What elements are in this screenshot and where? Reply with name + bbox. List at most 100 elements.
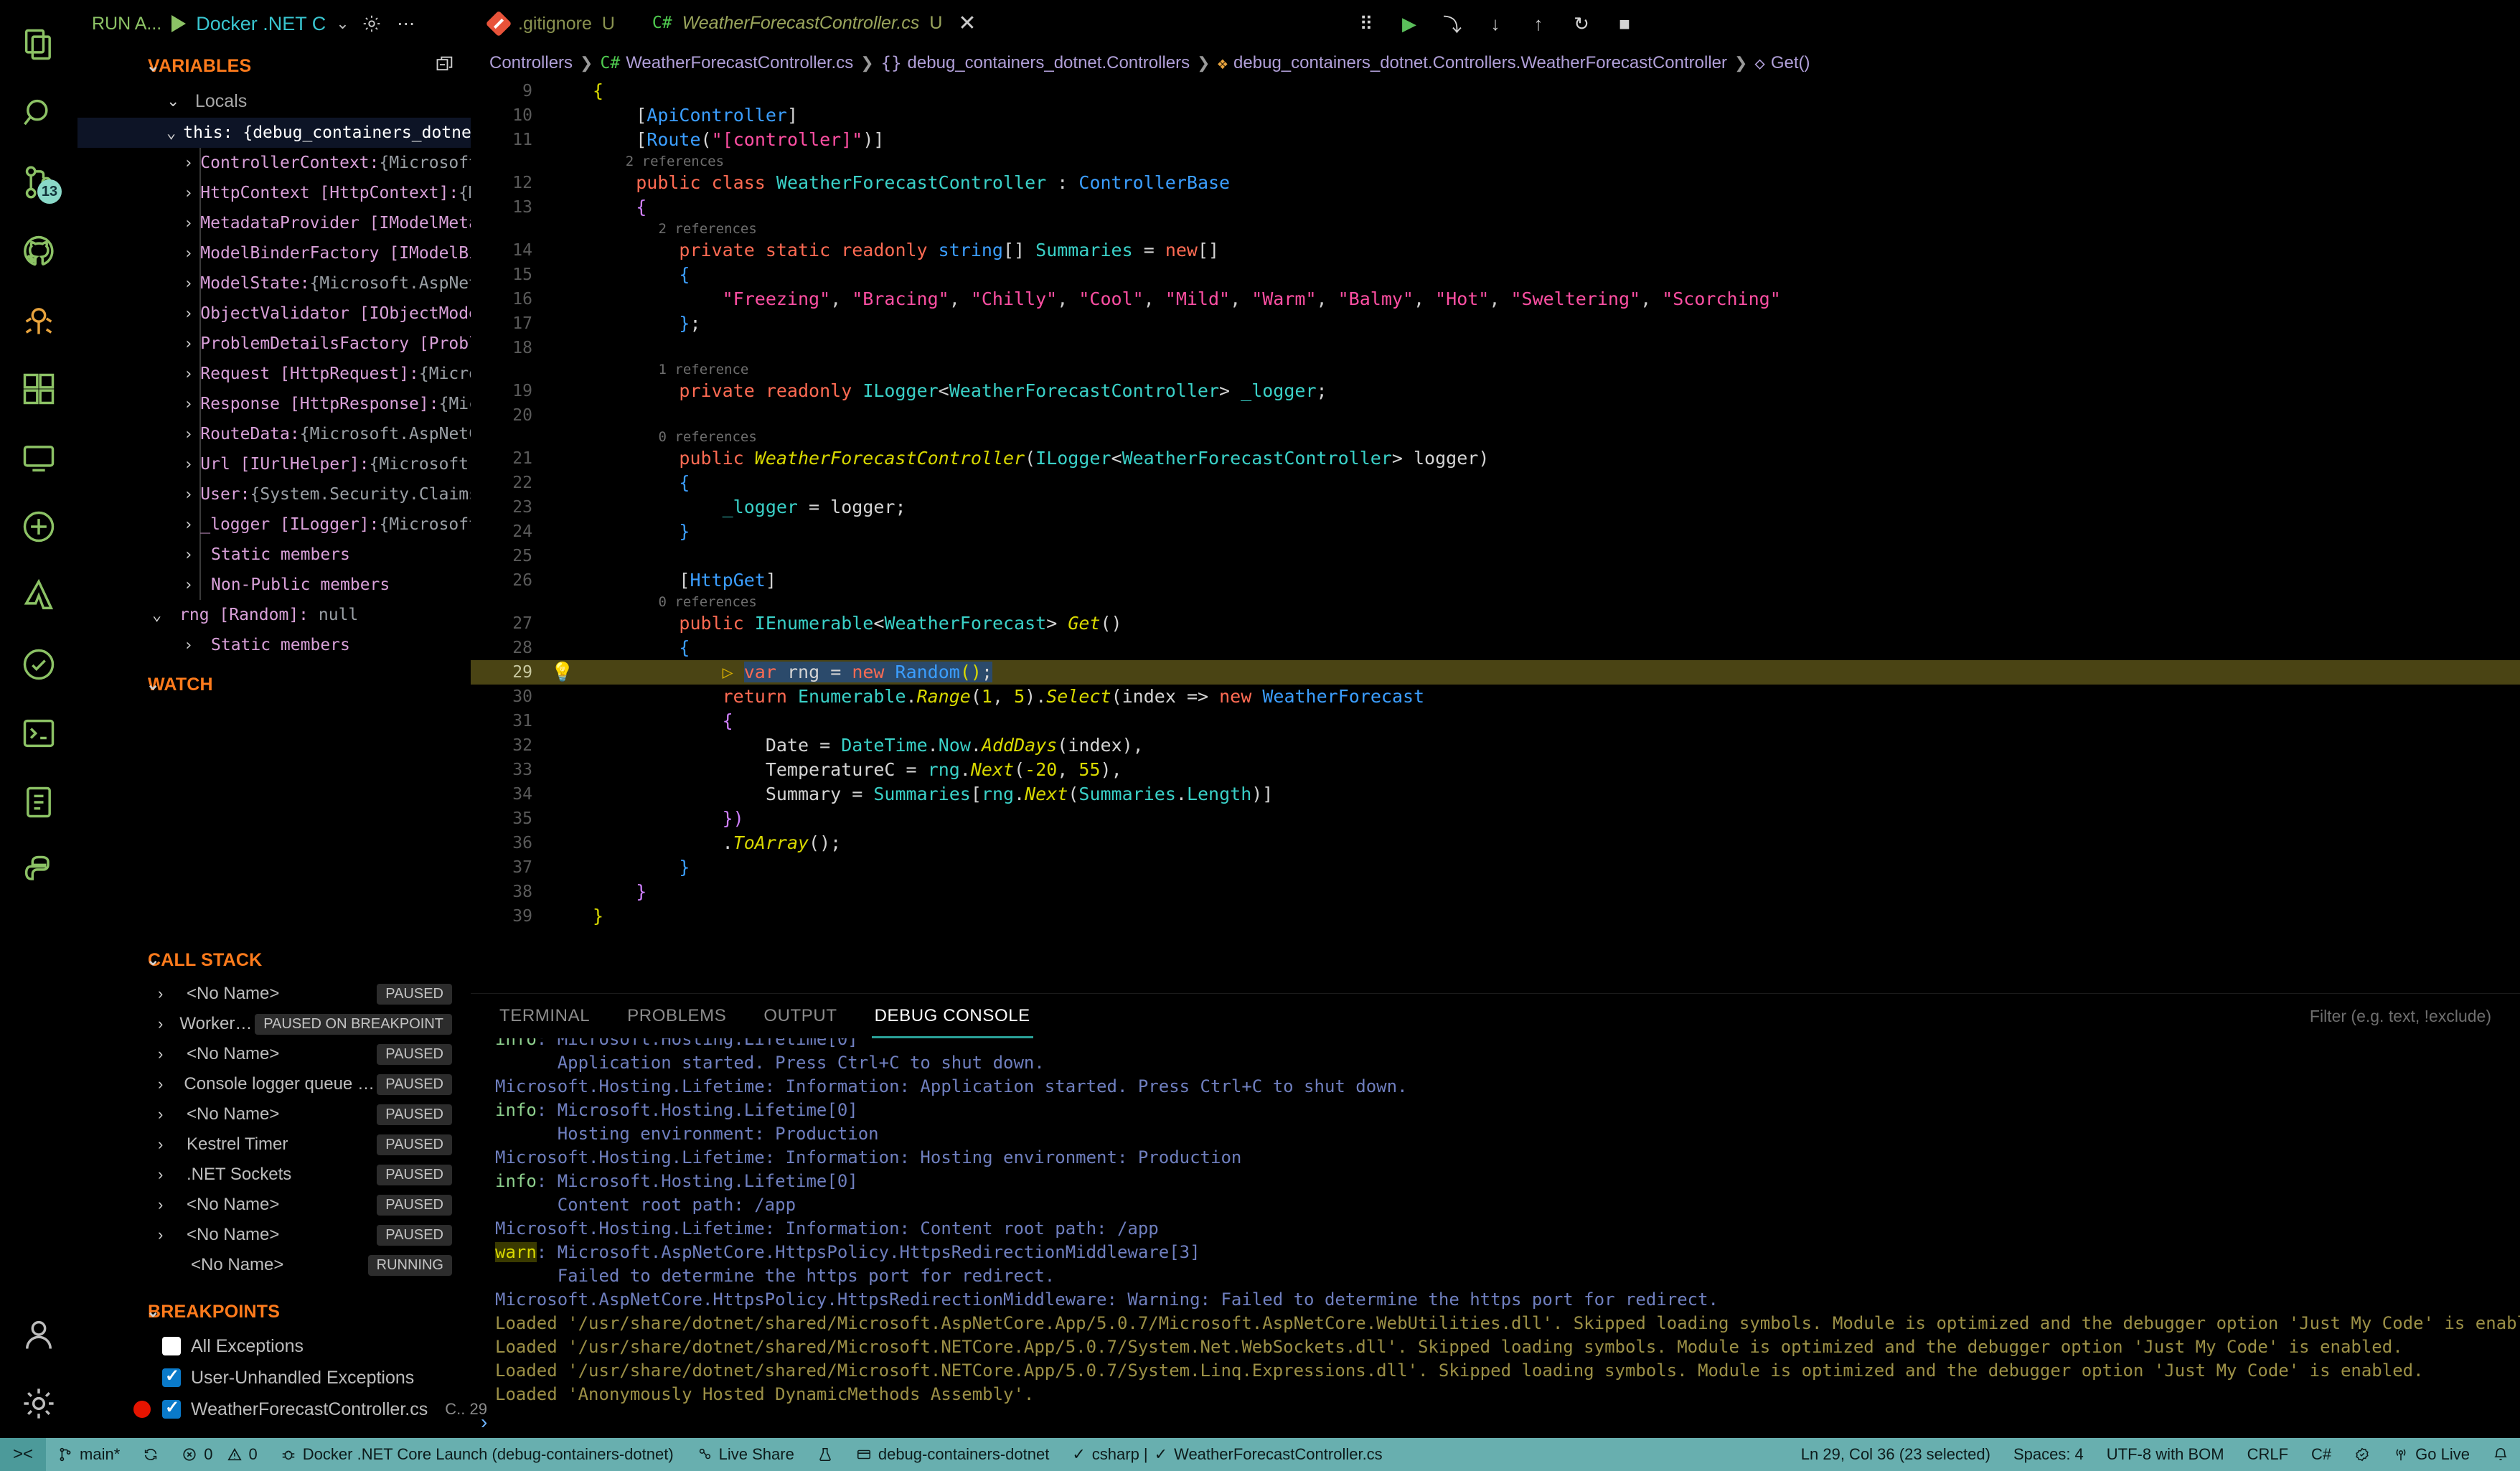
code-line[interactable]: 28 { bbox=[471, 636, 2520, 660]
step-over-button[interactable]: ⤵ bbox=[1440, 11, 1464, 36]
breadcrumb-item[interactable]: ◇Get() bbox=[1754, 53, 1810, 73]
code-line[interactable]: 10 [ApiController] bbox=[471, 103, 2520, 128]
code-line[interactable]: 34 Summary = Summaries[rng.Next(Summarie… bbox=[471, 782, 2520, 807]
breadcrumb-item[interactable]: Controllers bbox=[489, 53, 573, 73]
status-notifications[interactable] bbox=[2481, 1438, 2520, 1471]
line-number[interactable]: 19 bbox=[471, 379, 545, 403]
status-problems[interactable]: 0 0 bbox=[170, 1438, 269, 1471]
line-number[interactable]: 14 bbox=[471, 238, 545, 263]
code-line[interactable]: 29💡 ▷ var rng = new Random(); bbox=[471, 660, 2520, 685]
stop-button[interactable]: ■ bbox=[1612, 11, 1637, 36]
status-prettier[interactable] bbox=[2343, 1438, 2382, 1471]
line-number[interactable]: 16 bbox=[471, 287, 545, 311]
variable-row[interactable]: ›MetadataProvider [IModelMetad… bbox=[77, 208, 471, 238]
callstack-thread-row[interactable]: ›Kestrel TimerPAUSED bbox=[77, 1129, 471, 1160]
status-debug-config[interactable]: Docker .NET Core Launch (debug-container… bbox=[269, 1438, 685, 1471]
callstack-thread-row[interactable]: ›<No Name>PAUSED bbox=[77, 1039, 471, 1069]
watch-section-header[interactable]: ⌄ WATCH bbox=[77, 666, 471, 703]
line-number[interactable]: 26 bbox=[471, 568, 545, 593]
debug-configuration-selector[interactable]: Docker .NET C bbox=[196, 13, 326, 35]
line-number[interactable]: 30 bbox=[471, 685, 545, 709]
terminal-icon[interactable] bbox=[0, 699, 77, 768]
status-branch[interactable]: main* bbox=[46, 1438, 131, 1471]
variable-row[interactable]: ›RouteData: {Microsoft.AspNetC… bbox=[77, 419, 471, 449]
code-line[interactable]: 25 bbox=[471, 544, 2520, 568]
line-number[interactable]: 28 bbox=[471, 636, 545, 660]
accounts-icon[interactable] bbox=[0, 1300, 77, 1369]
line-number[interactable]: 39 bbox=[471, 904, 545, 929]
variable-row[interactable]: ›_logger [ILogger]: {Microsoft… bbox=[77, 509, 471, 540]
line-number[interactable]: 31 bbox=[471, 709, 545, 733]
variable-row[interactable]: ›Response [HttpResponse]: {Mic… bbox=[77, 389, 471, 419]
run-and-debug-icon[interactable] bbox=[0, 286, 77, 354]
variable-row[interactable]: ›Static members bbox=[77, 540, 471, 570]
variable-row[interactable]: ›ModelBinderFactory [IModelBin… bbox=[77, 238, 471, 268]
line-number[interactable]: 17 bbox=[471, 311, 545, 336]
status-live-share[interactable]: Live Share bbox=[685, 1438, 806, 1471]
codelens-reference[interactable]: 2 references bbox=[471, 220, 2520, 238]
line-number[interactable]: 11 bbox=[471, 128, 545, 152]
line-number[interactable]: 38 bbox=[471, 880, 545, 904]
callstack-thread-row[interactable]: ›<No Name>PAUSED bbox=[77, 979, 471, 1009]
code-line[interactable]: 35 }) bbox=[471, 807, 2520, 831]
code-line[interactable]: 19 private readonly ILogger<WeatherForec… bbox=[471, 379, 2520, 403]
line-number[interactable]: 36 bbox=[471, 831, 545, 855]
gear-icon[interactable] bbox=[359, 11, 384, 36]
more-actions-icon[interactable]: ⋯ bbox=[394, 11, 418, 36]
code-line[interactable]: 21 public WeatherForecastController(ILog… bbox=[471, 446, 2520, 471]
line-number[interactable]: 32 bbox=[471, 733, 545, 758]
variable-row[interactable]: ›Non-Public members bbox=[77, 570, 471, 600]
breakpoint-row[interactable]: User-Unhandled Exceptions bbox=[77, 1362, 471, 1394]
status-csharp[interactable]: ✓ csharp | ✓ WeatherForecastController.c… bbox=[1061, 1438, 1393, 1471]
code-line[interactable]: 11 [Route("[controller]")] bbox=[471, 128, 2520, 152]
panel-tab-terminal[interactable]: TERMINAL bbox=[497, 994, 593, 1038]
breadcrumb-item[interactable]: C#WeatherForecastController.cs bbox=[600, 53, 853, 73]
console-filter-input[interactable]: Filter (e.g. text, !exclude) bbox=[2310, 1007, 2491, 1026]
collapse-all-icon[interactable] bbox=[435, 54, 455, 79]
line-number[interactable]: 23 bbox=[471, 495, 545, 520]
code-line[interactable]: 24 } bbox=[471, 520, 2520, 544]
line-number[interactable]: 33 bbox=[471, 758, 545, 782]
restart-button[interactable]: ↻ bbox=[1569, 11, 1594, 36]
variable-rng[interactable]: ⌄ rng [Random]: null bbox=[77, 600, 471, 630]
code-line[interactable]: 15 { bbox=[471, 263, 2520, 287]
code-line[interactable]: 32 Date = DateTime.Now.AddDays(index), bbox=[471, 733, 2520, 758]
panel-tab-problems[interactable]: PROBLEMS bbox=[624, 994, 729, 1038]
code-line[interactable]: 22 { bbox=[471, 471, 2520, 495]
variable-row[interactable]: ›Url [IUrlHelper]: {Microsoft.… bbox=[77, 449, 471, 479]
status-beaker[interactable] bbox=[806, 1438, 845, 1471]
line-number[interactable]: 22 bbox=[471, 471, 545, 495]
status-indentation[interactable]: Spaces: 4 bbox=[2002, 1438, 2095, 1471]
line-number[interactable]: 34 bbox=[471, 782, 545, 807]
line-number[interactable]: 21 bbox=[471, 446, 545, 471]
line-number[interactable]: 15 bbox=[471, 263, 545, 287]
variable-row[interactable]: ›User: {System.Security.Claims… bbox=[77, 479, 471, 509]
tab-gitignore[interactable]: .gitignore U bbox=[471, 0, 634, 47]
breadcrumb-item[interactable]: {}debug_containers_dotnet.Controllers bbox=[881, 53, 1190, 73]
line-number[interactable]: 25 bbox=[471, 544, 545, 568]
breakpoint-row[interactable]: All Exceptions bbox=[77, 1330, 471, 1362]
chevron-down-icon[interactable]: ⌄ bbox=[336, 14, 349, 33]
callstack-section-header[interactable]: ⌄ CALL STACK bbox=[77, 941, 471, 979]
code-line[interactable]: 26 [HttpGet] bbox=[471, 568, 2520, 593]
panel-tab-output[interactable]: OUTPUT bbox=[761, 994, 840, 1038]
step-out-button[interactable]: ↑ bbox=[1526, 11, 1551, 36]
code-line[interactable]: 33 TemperatureC = rng.Next(-20, 55), bbox=[471, 758, 2520, 782]
code-line[interactable]: 23 _logger = logger; bbox=[471, 495, 2520, 520]
code-line[interactable]: 20 bbox=[471, 403, 2520, 428]
callstack-thread-row[interactable]: ›<No Name>PAUSED bbox=[77, 1220, 471, 1250]
panel-tab-debug-console[interactable]: DEBUG CONSOLE bbox=[872, 994, 1033, 1038]
variable-this[interactable]: ⌄ this: {debug_containers_dotnet… bbox=[77, 118, 471, 148]
code-line[interactable]: 37 } bbox=[471, 855, 2520, 880]
line-number[interactable]: 9 bbox=[471, 79, 545, 103]
line-number[interactable]: 12 bbox=[471, 171, 545, 195]
status-sync[interactable] bbox=[131, 1438, 170, 1471]
status-encoding[interactable]: UTF-8 with BOM bbox=[2095, 1438, 2236, 1471]
codelens-reference[interactable]: 1 reference bbox=[471, 360, 2520, 379]
code-line[interactable]: 9{ bbox=[471, 79, 2520, 103]
status-language-mode[interactable]: C# bbox=[2300, 1438, 2343, 1471]
python-icon[interactable] bbox=[0, 837, 77, 906]
drag-handle-icon[interactable]: ⠿ bbox=[1354, 11, 1378, 36]
variable-row[interactable]: ›ControllerContext: {Microsoft… bbox=[77, 148, 471, 178]
tab-weatherforecastcontroller[interactable]: C# WeatherForecastController.cs U ✕ bbox=[634, 0, 995, 47]
